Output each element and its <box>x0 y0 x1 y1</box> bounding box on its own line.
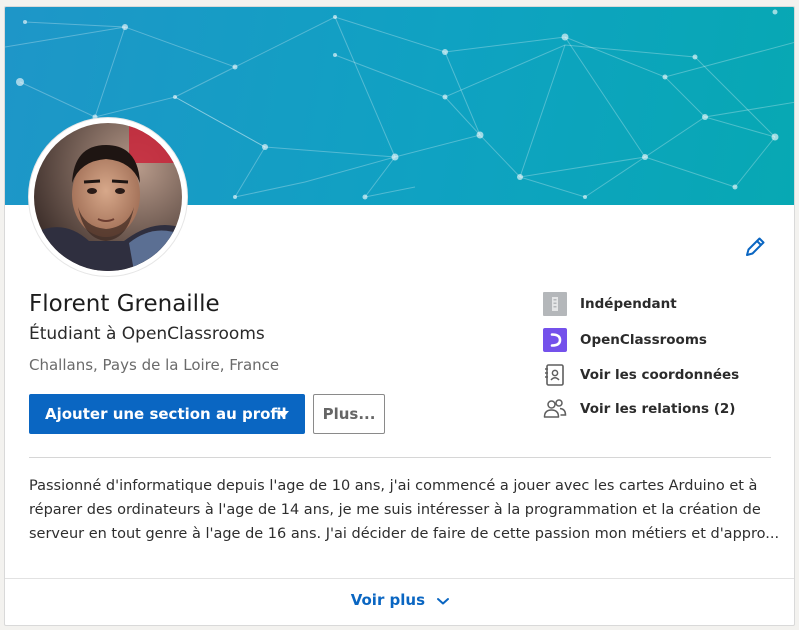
profile-location: Challans, Pays de la Loire, France <box>29 356 280 374</box>
edit-profile-button[interactable] <box>741 233 769 261</box>
summary-line: réparer des ordinateurs à l'age de 14 an… <box>29 502 761 518</box>
sidebar-item-contact-info[interactable]: Voir les coordonnées <box>543 363 739 387</box>
profile-name: Florent Grenaille <box>29 291 220 317</box>
profile-headline: Étudiant à OpenClassrooms <box>29 324 265 344</box>
connections-icon <box>543 397 567 421</box>
profile-photo <box>34 123 182 271</box>
sidebar-item-school[interactable]: OpenClassrooms <box>543 328 707 352</box>
profile-summary: Passionné d'informatique depuis l'age de… <box>29 474 779 546</box>
caret-down-icon <box>277 411 289 418</box>
add-profile-section-label: Ajouter une section au profil <box>45 405 287 423</box>
sidebar-item-label: Voir les coordonnées <box>580 367 740 383</box>
pencil-icon <box>746 237 765 256</box>
summary-line: serveur en tout genre à l'age de 16 ans.… <box>29 526 779 542</box>
sidebar-item-label: OpenClassrooms <box>580 332 707 348</box>
add-profile-section-button[interactable]: Ajouter une section au profil <box>29 394 305 434</box>
more-actions-button[interactable]: Plus... <box>313 394 385 434</box>
see-more-button[interactable]: Voir plus <box>5 591 794 610</box>
sidebar-item-label: Voir les relations (2) <box>580 401 736 417</box>
sidebar-item-company[interactable]: Indépendant <box>543 292 677 316</box>
contact-info-icon <box>543 363 567 387</box>
footer-divider <box>5 578 794 579</box>
openclassrooms-logo-icon <box>543 328 567 352</box>
company-icon <box>543 292 567 316</box>
sidebar-item-label: Indépendant <box>580 296 677 312</box>
chevron-down-icon <box>436 592 450 610</box>
profile-avatar[interactable] <box>29 118 187 276</box>
summary-line: Passionné d'informatique depuis l'age de… <box>29 478 758 494</box>
section-divider <box>29 457 771 458</box>
profile-card: Florent Grenaille Étudiant à OpenClassro… <box>4 6 795 626</box>
see-more-label: Voir plus <box>350 591 426 609</box>
sidebar-item-connections[interactable]: Voir les relations (2) <box>543 397 735 421</box>
